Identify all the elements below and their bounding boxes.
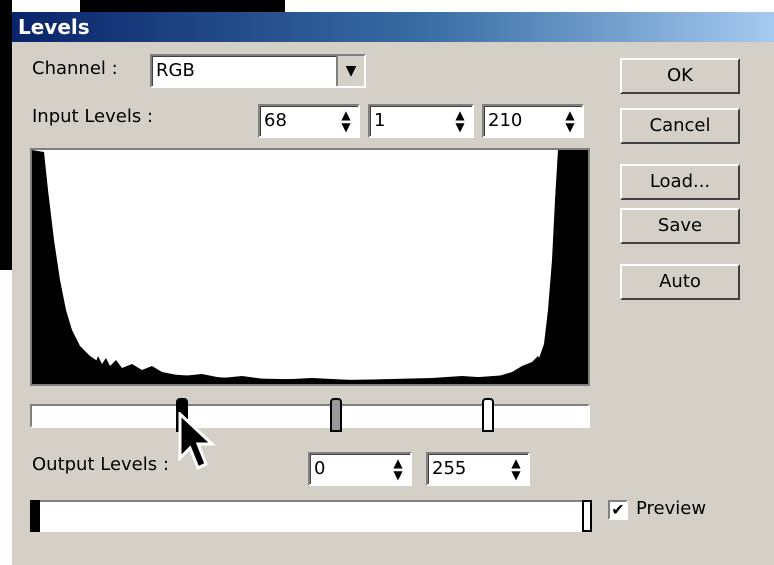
- checkmark-icon: ✔: [611, 500, 625, 519]
- preview-checkbox[interactable]: ✔: [608, 500, 628, 520]
- input-gamma-handle[interactable]: [330, 398, 342, 432]
- output-black-field[interactable]: 0 ▲ ▼: [308, 452, 412, 486]
- ok-button[interactable]: OK: [620, 58, 740, 94]
- channel-select[interactable]: RGB ▼: [150, 54, 366, 88]
- load-button[interactable]: Load...: [620, 164, 740, 200]
- window-title: Levels: [18, 15, 90, 39]
- input-gamma-field[interactable]: 1 ▲ ▼: [368, 104, 474, 138]
- output-white-handle[interactable]: [582, 500, 592, 532]
- input-white-field[interactable]: 210 ▲ ▼: [482, 104, 584, 138]
- chevron-down-icon[interactable]: ▼: [336, 56, 364, 86]
- input-white-value: 210: [488, 110, 523, 131]
- output-black-handle[interactable]: [30, 500, 40, 532]
- input-white-stepper[interactable]: ▲ ▼: [560, 109, 580, 133]
- cancel-button[interactable]: Cancel: [620, 108, 740, 144]
- output-levels-slider[interactable]: [30, 500, 592, 532]
- input-gamma-stepper[interactable]: ▲ ▼: [450, 109, 470, 133]
- spin-down-icon[interactable]: ▼: [560, 121, 580, 133]
- input-levels-label: Input Levels :: [32, 106, 154, 127]
- title-bar[interactable]: Levels: [12, 12, 774, 42]
- save-button[interactable]: Save: [620, 208, 740, 244]
- histogram-graph: [32, 150, 588, 384]
- input-levels-slider[interactable]: [30, 404, 590, 428]
- output-black-stepper[interactable]: ▲ ▼: [388, 457, 408, 481]
- input-black-field[interactable]: 68 ▲ ▼: [258, 104, 360, 138]
- input-black-stepper[interactable]: ▲ ▼: [336, 109, 356, 133]
- output-black-value: 0: [314, 458, 326, 479]
- input-black-value: 68: [264, 110, 287, 131]
- spin-down-icon[interactable]: ▼: [388, 469, 408, 481]
- output-white-value: 255: [432, 458, 467, 479]
- input-gamma-value: 1: [374, 110, 386, 131]
- spin-down-icon[interactable]: ▼: [450, 121, 470, 133]
- preview-label[interactable]: Preview: [636, 498, 706, 519]
- output-white-stepper[interactable]: ▲ ▼: [506, 457, 526, 481]
- levels-dialog: Levels Channel : RGB ▼ Input Levels : 68…: [12, 12, 774, 565]
- output-white-field[interactable]: 255 ▲ ▼: [426, 452, 530, 486]
- mouse-pointer-icon: [178, 412, 216, 471]
- spin-down-icon[interactable]: ▼: [336, 121, 356, 133]
- spin-down-icon[interactable]: ▼: [506, 469, 526, 481]
- auto-button[interactable]: Auto: [620, 264, 740, 300]
- channel-label: Channel :: [32, 58, 118, 79]
- histogram: [30, 148, 590, 386]
- channel-value: RGB: [156, 60, 195, 81]
- input-white-handle[interactable]: [482, 398, 494, 432]
- background-strip: [0, 0, 12, 270]
- output-levels-label: Output Levels :: [32, 454, 169, 475]
